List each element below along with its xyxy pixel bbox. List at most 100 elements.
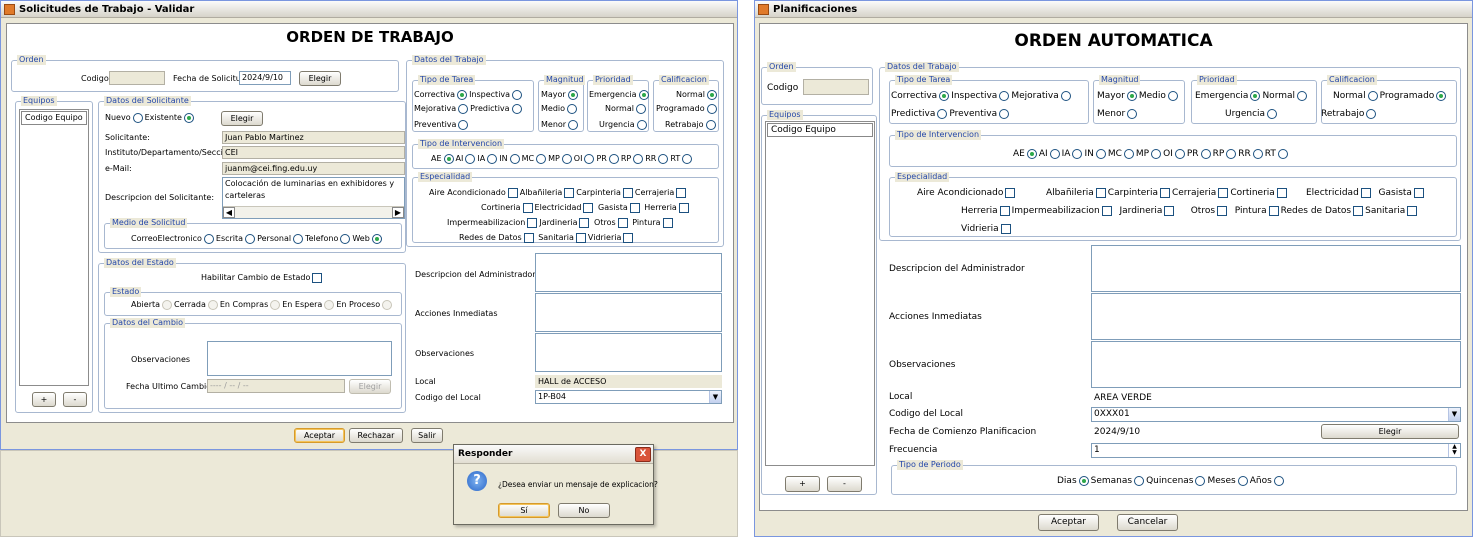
codlocal-select[interactable]: 1P-B04 ▼ [535, 390, 722, 404]
medio-radio[interactable] [245, 233, 256, 244]
email-field[interactable]: juanm@cei.fing.edu.uy [222, 162, 405, 175]
prioridad-radio[interactable] [638, 89, 649, 100]
acciones-field[interactable] [1091, 293, 1461, 340]
interv-radio[interactable] [465, 153, 476, 164]
esp-checkbox[interactable] [1360, 187, 1371, 198]
esp-checkbox[interactable] [523, 232, 534, 243]
interv-radio[interactable] [608, 153, 619, 164]
estado-radio[interactable] [162, 299, 173, 310]
add-equipo-button[interactable]: + [32, 392, 56, 407]
interv-radio[interactable] [509, 153, 520, 164]
tarea-radio[interactable] [999, 90, 1010, 101]
remove-equipo-button[interactable]: - [827, 476, 862, 492]
list-item[interactable]: Codigo Equipo [21, 111, 87, 125]
magnitud-radio[interactable] [567, 103, 578, 114]
esp-checkbox[interactable] [1095, 187, 1106, 198]
esp-checkbox[interactable] [1218, 187, 1229, 198]
equipos-list[interactable] [765, 121, 875, 466]
codigo-field[interactable] [109, 71, 165, 85]
esp-checkbox[interactable] [1407, 205, 1418, 216]
acciones-field[interactable] [535, 293, 722, 332]
aceptar-button[interactable]: Aceptar [294, 428, 345, 443]
cancelar-button[interactable]: Cancelar [1117, 514, 1178, 531]
esp-checkbox[interactable] [678, 202, 689, 213]
interv-radio[interactable] [1026, 148, 1037, 159]
tarea-radio[interactable] [939, 90, 950, 101]
esp-checkbox[interactable] [1101, 205, 1112, 216]
tarea-radio[interactable] [458, 103, 469, 114]
periodo-radio[interactable] [1134, 475, 1145, 486]
tarea-radio[interactable] [1060, 90, 1071, 101]
interv-radio[interactable] [1200, 148, 1211, 159]
remove-equipo-button[interactable]: - [63, 392, 87, 407]
codlocal-select[interactable]: 0XXX01 ▼ [1091, 407, 1461, 422]
prioridad-radio[interactable] [635, 103, 646, 114]
calif-radio[interactable] [1367, 90, 1378, 101]
prioridad-radio[interactable] [1250, 90, 1261, 101]
interv-radio[interactable] [1174, 148, 1185, 159]
si-button[interactable]: Sí [498, 503, 550, 518]
admin-field[interactable] [535, 253, 722, 292]
estado-radio[interactable] [382, 299, 393, 310]
esp-checkbox[interactable] [1413, 187, 1424, 198]
interv-radio[interactable] [658, 153, 669, 164]
medio-radio[interactable] [340, 233, 351, 244]
nuevo-radio[interactable] [132, 112, 143, 123]
prioridad-radio[interactable] [1267, 108, 1278, 119]
estado-radio[interactable] [207, 299, 218, 310]
esp-checkbox[interactable] [1268, 205, 1279, 216]
periodo-radio[interactable] [1078, 475, 1089, 486]
interv-radio[interactable] [682, 153, 693, 164]
calif-radio[interactable] [706, 89, 717, 100]
instituto-field[interactable]: CEI [222, 146, 405, 159]
calif-radio[interactable] [705, 119, 716, 130]
observaciones-field[interactable] [1091, 341, 1461, 388]
medio-radio[interactable] [203, 233, 214, 244]
scroll-right-icon[interactable]: ▶ [392, 207, 404, 218]
esp-checkbox[interactable] [617, 217, 628, 228]
esp-checkbox[interactable] [583, 202, 594, 213]
observaciones-cambio-field[interactable] [207, 341, 392, 376]
esp-checkbox[interactable] [1217, 205, 1228, 216]
interv-radio[interactable] [1252, 148, 1263, 159]
chevron-down-icon[interactable]: ▼ [709, 391, 721, 403]
esp-checkbox[interactable] [522, 202, 533, 213]
tarea-radio[interactable] [512, 89, 523, 100]
esp-checkbox[interactable] [622, 187, 633, 198]
interv-radio[interactable] [1226, 148, 1237, 159]
horizontal-scrollbar[interactable]: ◀ ▶ [223, 206, 404, 218]
tarea-radio[interactable] [937, 108, 948, 119]
elegir-solicitante-button[interactable]: Elegir [221, 111, 263, 126]
prioridad-radio[interactable] [636, 119, 647, 130]
interv-radio[interactable] [633, 153, 644, 164]
elegir-fecha-button[interactable]: Elegir [1321, 424, 1459, 439]
close-icon[interactable]: X [635, 447, 651, 462]
habilitar-checkbox[interactable] [312, 272, 323, 283]
esp-checkbox[interactable] [999, 205, 1010, 216]
existente-radio[interactable] [183, 112, 194, 123]
fecha-field[interactable]: 2024/9/10 [239, 71, 291, 85]
calif-radio[interactable] [1366, 108, 1377, 119]
salir-button[interactable]: Salir [411, 428, 443, 443]
esp-checkbox[interactable] [579, 217, 590, 228]
list-item[interactable]: Codigo Equipo [767, 123, 873, 137]
observaciones-field[interactable] [535, 333, 722, 372]
esp-checkbox[interactable] [575, 232, 586, 243]
esp-checkbox[interactable] [1276, 187, 1287, 198]
esp-checkbox[interactable] [507, 187, 518, 198]
add-equipo-button[interactable]: + [785, 476, 820, 492]
magnitud-radio[interactable] [1167, 90, 1178, 101]
interv-radio[interactable] [584, 153, 595, 164]
scroll-left-icon[interactable]: ◀ [223, 207, 235, 218]
esp-checkbox[interactable] [629, 202, 640, 213]
esp-checkbox[interactable] [1005, 187, 1016, 198]
periodo-radio[interactable] [1237, 475, 1248, 486]
spinner-icon[interactable]: ▲ ▼ [1448, 444, 1460, 457]
esp-checkbox[interactable] [1164, 205, 1175, 216]
tarea-radio[interactable] [511, 103, 522, 114]
fecha-comienzo-field[interactable]: 2024/9/10 [1091, 425, 1321, 440]
magnitud-radio[interactable] [567, 89, 578, 100]
no-button[interactable]: No [558, 503, 610, 518]
interv-radio[interactable] [561, 153, 572, 164]
interv-radio[interactable] [1277, 148, 1288, 159]
